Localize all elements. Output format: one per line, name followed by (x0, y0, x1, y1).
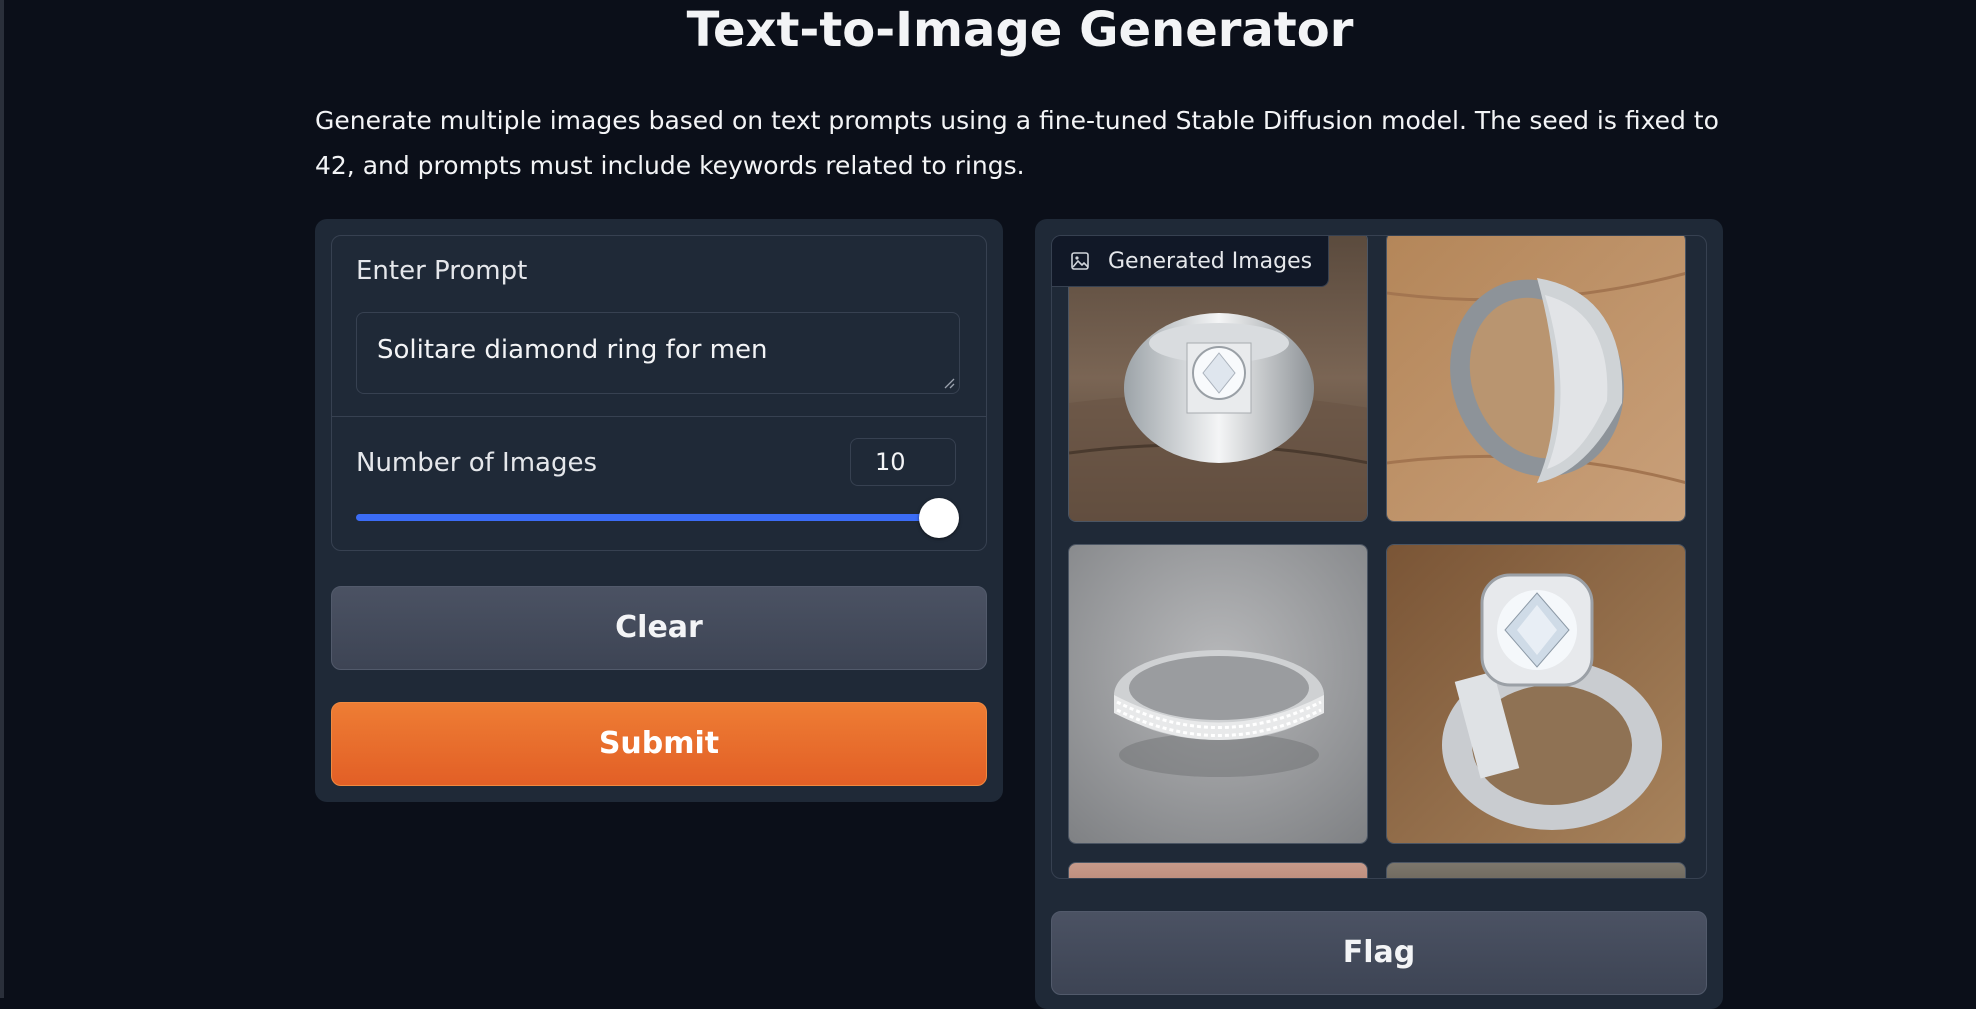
gallery-label-text: Generated Images (1108, 248, 1313, 274)
num-images-label: Number of Images (356, 448, 598, 478)
image-gallery: Generated Images (1051, 235, 1707, 879)
prompt-label: Enter Prompt (356, 256, 528, 286)
prompt-textarea[interactable]: Solitare diamond ring for men (356, 312, 960, 394)
form-box: Enter Prompt Solitare diamond ring for m… (331, 235, 987, 551)
slider-thumb[interactable] (919, 498, 959, 538)
flag-button[interactable]: Flag (1051, 911, 1707, 995)
num-images-slider[interactable] (356, 514, 936, 521)
submit-button[interactable]: Submit (331, 702, 987, 786)
input-panel: Enter Prompt Solitare diamond ring for m… (315, 219, 1003, 802)
ring-image (1387, 545, 1685, 843)
gallery-thumbnail[interactable] (1386, 544, 1686, 844)
gallery-thumbnail[interactable] (1386, 862, 1686, 878)
prompt-section: Enter Prompt Solitare diamond ring for m… (332, 236, 986, 417)
gallery-label: Generated Images (1052, 236, 1330, 287)
window-edge (0, 0, 4, 998)
output-panel: Generated Images Flag (1035, 219, 1723, 1009)
ring-image (1069, 545, 1367, 843)
page-description: Generate multiple images based on text p… (315, 106, 1719, 180)
gallery-thumbnail[interactable] (1386, 236, 1686, 522)
clear-button[interactable]: Clear (331, 586, 987, 670)
prompt-value: Solitare diamond ring for men (377, 335, 768, 365)
image-icon (1071, 252, 1089, 270)
ring-image (1387, 236, 1685, 521)
resize-grip-icon[interactable] (943, 377, 955, 389)
gallery-thumbnail[interactable] (1068, 544, 1368, 844)
gallery-thumbnail[interactable] (1068, 862, 1368, 878)
page-title: Text-to-Image Generator (686, 2, 1354, 58)
num-images-input[interactable]: 10 (850, 438, 956, 486)
